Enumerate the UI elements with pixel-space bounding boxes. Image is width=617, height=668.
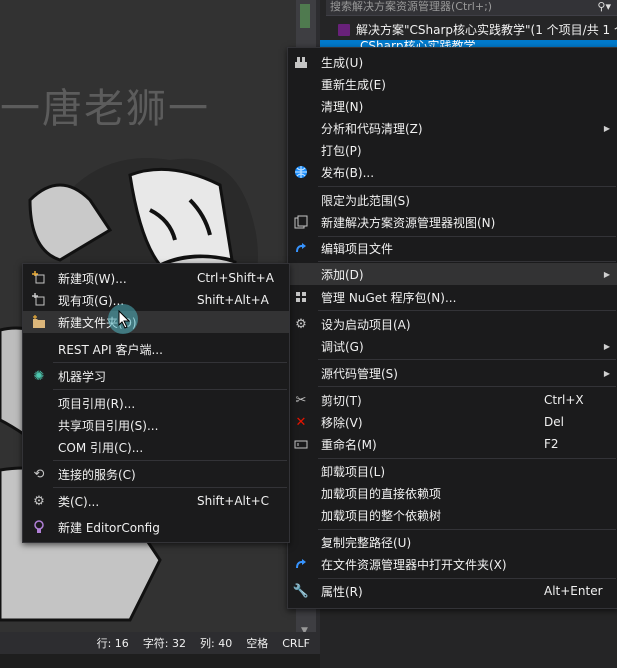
submenu-item-shared-project-reference[interactable]: 共享项目引用(S)... — [23, 414, 289, 436]
project-context-menu: 生成(U) 重新生成(E) 清理(N) 分析和代码清理(Z) ▶ 打包(P) 发… — [287, 47, 617, 609]
menu-item-add[interactable]: 添加(D) ▶ — [288, 263, 617, 285]
menu-item-load-all-deps[interactable]: 加载项目的整个依赖树 — [288, 504, 617, 526]
separator — [53, 487, 287, 488]
menu-item-scope-to-this[interactable]: 限定为此范围(S) — [288, 189, 617, 211]
mouse-pointer-icon — [118, 310, 131, 329]
submenu-item-new-item[interactable]: 新建项(W)... Ctrl+Shift+A — [23, 267, 289, 289]
add-submenu: 新建项(W)... Ctrl+Shift+A 现有项(G)... Shift+A… — [22, 263, 290, 543]
scrollbar-thumb[interactable] — [300, 4, 310, 28]
separator — [53, 460, 287, 461]
separator — [318, 186, 616, 187]
status-bar: 行: 16 字符: 32 列: 40 空格 CRLF — [0, 632, 320, 654]
solution-search-input[interactable]: 搜索解决方案资源管理器(Ctrl+;) ⚲▾ — [326, 0, 617, 16]
refresh-arrow-icon — [293, 556, 309, 572]
menu-item-open-in-explorer[interactable]: 在文件资源管理器中打开文件夹(X) — [288, 553, 617, 575]
menu-item-source-control[interactable]: 源代码管理(S) ▶ — [288, 362, 617, 384]
machine-learning-icon: ✺ — [33, 368, 45, 384]
menu-item-remove[interactable]: ✕ 移除(V) Del — [288, 411, 617, 433]
menu-item-clean[interactable]: 清理(N) — [288, 95, 617, 117]
menu-item-manage-nuget[interactable]: 管理 NuGet 程序包(N)... — [288, 286, 617, 308]
submenu-arrow-icon: ▶ — [603, 368, 610, 378]
submenu-item-existing-item[interactable]: 现有项(G)... Shift+Alt+A — [23, 289, 289, 311]
connected-service-icon: ⟲ — [33, 466, 45, 482]
new-view-icon — [293, 214, 309, 230]
nuget-icon — [293, 289, 309, 305]
submenu-item-editorconfig[interactable]: 新建 EditorConfig — [23, 516, 289, 538]
status-whitespace[interactable]: 空格 — [246, 635, 268, 651]
solution-icon — [338, 24, 350, 36]
solution-node[interactable]: 解决方案"CSharp核心实践教学"(1 个项目/共 1 个) — [326, 20, 617, 40]
menu-item-build[interactable]: 生成(U) — [288, 51, 617, 73]
delete-x-icon: ✕ — [295, 414, 307, 430]
status-char: 字符: 32 — [142, 637, 187, 650]
separator — [318, 458, 616, 459]
separator — [53, 389, 287, 390]
submenu-arrow-icon: ▶ — [603, 341, 610, 351]
submenu-item-new-folder[interactable]: 新建文件夹(D) — [23, 311, 289, 333]
status-col: 列: 40 — [200, 637, 233, 650]
menu-item-analyze[interactable]: 分析和代码清理(Z) ▶ — [288, 117, 617, 139]
separator — [318, 359, 616, 360]
globe-icon — [293, 164, 309, 180]
submenu-item-machine-learning[interactable]: ✺ 机器学习 — [23, 365, 289, 387]
menu-item-copy-path[interactable]: 复制完整路径(U) — [288, 531, 617, 553]
menu-item-pack[interactable]: 打包(P) — [288, 139, 617, 161]
menu-item-properties[interactable]: 🔧 属性(R) Alt+Enter — [288, 580, 617, 602]
submenu-item-rest-api[interactable]: REST API 客户端... — [23, 338, 289, 360]
menu-item-set-startup[interactable]: ⚙ 设为启动项目(A) — [288, 313, 617, 335]
separator — [318, 529, 616, 530]
lightbulb-icon — [31, 519, 47, 535]
separator — [318, 261, 616, 262]
search-placeholder: 搜索解决方案资源管理器(Ctrl+;) — [330, 0, 493, 13]
existing-item-icon — [31, 292, 47, 308]
separator — [318, 578, 616, 579]
submenu-arrow-icon: ▶ — [603, 123, 610, 133]
submenu-item-connected-service[interactable]: ⟲ 连接的服务(C) — [23, 463, 289, 485]
status-line-ending[interactable]: CRLF — [282, 637, 310, 650]
menu-item-rebuild[interactable]: 重新生成(E) — [288, 73, 617, 95]
separator — [318, 310, 616, 311]
menu-item-debug[interactable]: 调试(G) ▶ — [288, 335, 617, 357]
submenu-arrow-icon: ▶ — [603, 269, 610, 279]
redo-arrow-icon — [293, 240, 309, 256]
status-line: 行: 16 — [96, 637, 129, 650]
new-item-icon — [31, 270, 47, 286]
solution-label: 解决方案"CSharp核心实践教学"(1 个项目/共 1 个) — [356, 23, 617, 37]
menu-item-publish[interactable]: 发布(B)... — [288, 161, 617, 183]
new-folder-icon — [31, 314, 47, 330]
search-icon[interactable]: ⚲▾ — [597, 0, 611, 14]
separator — [318, 386, 616, 387]
watermark-text: 一唐老狮一 — [0, 86, 210, 132]
rename-icon — [293, 436, 309, 452]
menu-item-new-view[interactable]: 新建解决方案资源管理器视图(N) — [288, 211, 617, 233]
submenu-item-project-reference[interactable]: 项目引用(R)... — [23, 392, 289, 414]
menu-item-cut[interactable]: ✂ 剪切(T) Ctrl+X — [288, 389, 617, 411]
wrench-icon: 🔧 — [292, 583, 310, 599]
menu-item-unload[interactable]: 卸载项目(L) — [288, 460, 617, 482]
menu-item-load-direct-deps[interactable]: 加载项目的直接依赖项 — [288, 482, 617, 504]
class-icon: ⚙ — [33, 493, 45, 509]
separator — [53, 362, 287, 363]
gear-icon: ⚙ — [295, 316, 307, 332]
menu-item-rename[interactable]: 重命名(M) F2 — [288, 433, 617, 455]
menu-item-edit-project-file[interactable]: 编辑项目文件 — [288, 237, 617, 259]
submenu-item-com-reference[interactable]: COM 引用(C)... — [23, 436, 289, 458]
build-icon — [293, 54, 309, 70]
scissors-icon: ✂ — [295, 392, 307, 408]
submenu-item-class[interactable]: ⚙ 类(C)... Shift+Alt+C — [23, 490, 289, 512]
